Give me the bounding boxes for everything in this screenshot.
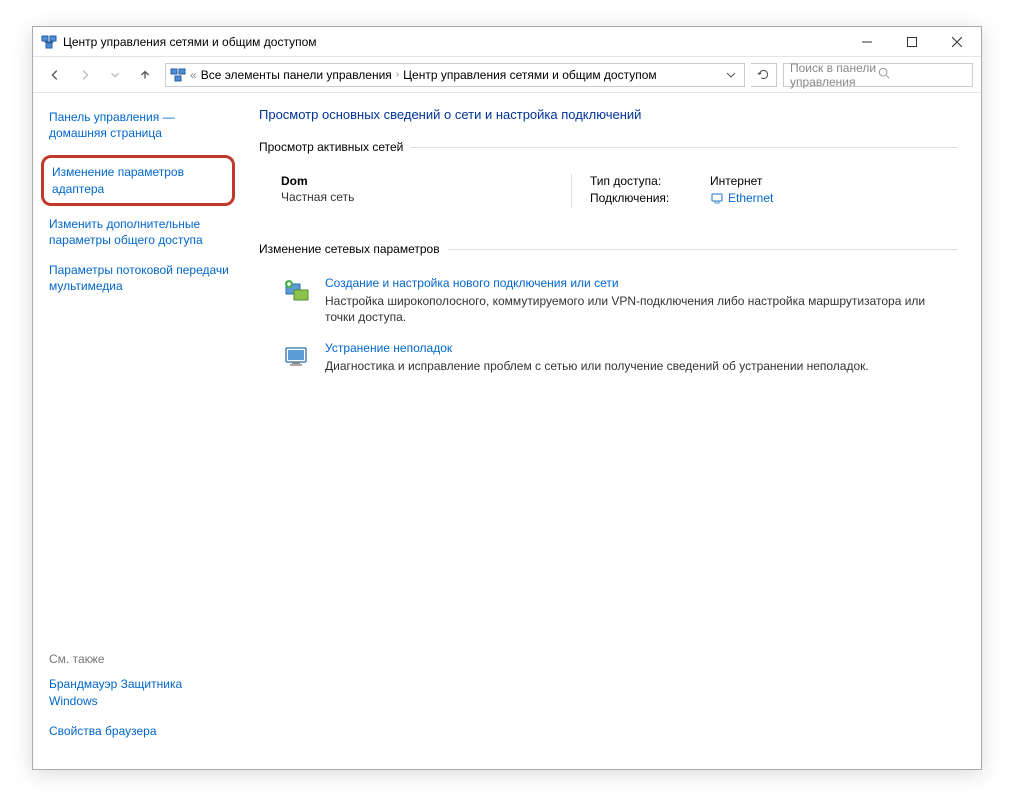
divider — [411, 147, 957, 148]
main-panel: Просмотр основных сведений о сети и наст… — [241, 93, 981, 769]
active-networks-header: Просмотр активных сетей — [259, 140, 957, 154]
access-type-value: Интернет — [710, 174, 762, 188]
close-button[interactable] — [934, 28, 979, 56]
location-icon — [170, 67, 186, 83]
address-dropdown[interactable] — [722, 70, 740, 80]
task-new-connection-title[interactable]: Создание и настройка нового подключения … — [325, 276, 957, 290]
network-center-icon — [41, 34, 57, 50]
content-area: Панель управления — домашняя страница Из… — [33, 93, 981, 769]
addressbar: « Все элементы панели управления › Центр… — [33, 57, 981, 93]
sidebar: Панель управления — домашняя страница Из… — [33, 93, 241, 769]
minimize-button[interactable] — [844, 28, 889, 56]
network-params-header: Изменение сетевых параметров — [259, 242, 957, 256]
main-heading: Просмотр основных сведений о сети и наст… — [259, 107, 957, 122]
back-button[interactable] — [41, 61, 69, 89]
network-type: Частная сеть — [281, 190, 571, 204]
ethernet-icon — [710, 191, 724, 205]
access-type-label: Тип доступа: — [590, 174, 710, 188]
overflow-chevron-icon: « — [190, 68, 197, 82]
sidebar-link-streaming[interactable]: Параметры потоковой передачи мультимедиа — [49, 262, 231, 294]
sidebar-link-sharing[interactable]: Изменить дополнительные параметры общего… — [49, 216, 231, 248]
breadcrumb-current[interactable]: Центр управления сетями и общим доступом — [403, 68, 657, 82]
search-input[interactable]: Поиск в панели управления — [783, 63, 973, 87]
chevron-right-icon: › — [396, 69, 399, 80]
active-network-item: Dom Частная сеть Тип доступа: Интернет П… — [259, 166, 957, 222]
sidebar-link-adapter-settings[interactable]: Изменение параметров адаптера — [41, 155, 235, 205]
search-icon — [878, 67, 966, 82]
sidebar-link-home[interactable]: Панель управления — домашняя страница — [49, 109, 231, 141]
sidebar-link-inetopts[interactable]: Свойства браузера — [49, 723, 231, 739]
task-new-connection-desc: Настройка широкополосного, коммутируемог… — [325, 293, 957, 325]
task-troubleshoot-title[interactable]: Устранение неполадок — [325, 341, 957, 355]
window-title: Центр управления сетями и общим доступом — [63, 35, 844, 49]
window-controls — [844, 28, 979, 56]
titlebar: Центр управления сетями и общим доступом — [33, 27, 981, 57]
divider — [448, 249, 957, 250]
control-panel-window: Центр управления сетями и общим доступом… — [32, 26, 982, 770]
active-networks-label: Просмотр активных сетей — [259, 140, 403, 154]
connections-label: Подключения: — [590, 191, 710, 205]
maximize-button[interactable] — [889, 28, 934, 56]
network-name: Dom — [281, 174, 571, 188]
sidebar-link-firewall[interactable]: Брандмауэр Защитника Windows — [49, 676, 231, 708]
connection-link[interactable]: Ethernet — [710, 191, 773, 205]
address-field[interactable]: « Все элементы панели управления › Центр… — [165, 63, 745, 87]
recent-dropdown[interactable] — [101, 61, 129, 89]
network-params-label: Изменение сетевых параметров — [259, 242, 440, 256]
task-troubleshoot: Устранение неполадок Диагностика и испра… — [259, 333, 957, 382]
search-placeholder: Поиск в панели управления — [790, 61, 878, 89]
forward-button[interactable] — [71, 61, 99, 89]
breadcrumb-root[interactable]: Все элементы панели управления — [201, 68, 392, 82]
sidebar-seealso-heading: См. также — [49, 652, 231, 666]
refresh-button[interactable] — [751, 63, 777, 87]
task-troubleshoot-desc: Диагностика и исправление проблем с сеть… — [325, 358, 957, 374]
new-connection-icon — [283, 278, 311, 306]
task-new-connection: Создание и настройка нового подключения … — [259, 268, 957, 333]
connection-name: Ethernet — [728, 191, 773, 205]
troubleshoot-icon — [283, 343, 311, 371]
up-button[interactable] — [131, 61, 159, 89]
